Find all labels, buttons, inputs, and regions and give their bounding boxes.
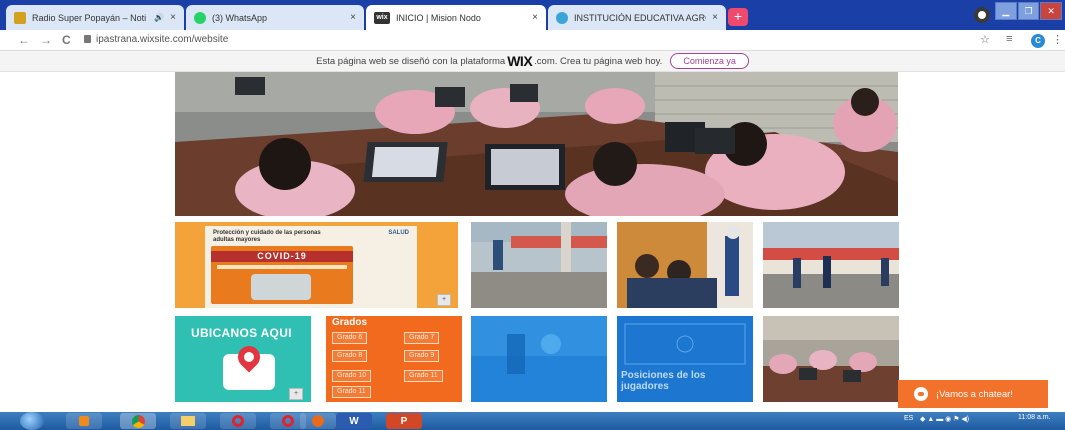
patio-photo (471, 222, 607, 308)
wix-promo-banner: Esta página web se diseñó con la platafo… (0, 51, 1065, 72)
students-photo (617, 222, 753, 308)
grados-title: Grados (332, 317, 368, 328)
close-tab-icon[interactable]: × (350, 12, 356, 23)
chrome-icon[interactable] (120, 413, 156, 429)
covid-heading: Protección y cuidado de las personas adu… (213, 230, 321, 243)
patio-photo-2 (763, 222, 899, 308)
star-icon[interactable]: ☆ (980, 33, 990, 46)
covid-info-tile[interactable]: Protección y cuidado de las personas adu… (175, 222, 458, 308)
close-window-button[interactable]: ✕ (1040, 2, 1063, 20)
tab-radio[interactable]: Radio Super Popayán – Noti 🔊 × (6, 5, 184, 30)
covid-subtitle-bar (217, 265, 347, 269)
clock[interactable]: 11:08 a.m. (1018, 414, 1051, 421)
grado-7-button[interactable]: Grado 7 (404, 332, 440, 344)
opera-icon[interactable] (220, 413, 256, 429)
language-indicator[interactable]: ES (904, 415, 913, 422)
classroom-illustration (175, 72, 898, 216)
wix-banner-text-before: Esta página web se diseñó con la platafo… (316, 55, 506, 67)
photo-tile-computer-lab[interactable] (763, 316, 899, 402)
grado-8-button[interactable]: Grado 8 (332, 350, 368, 362)
menu-icon[interactable]: ⋮ (1052, 33, 1063, 46)
grados-tile: Grados Grado 6 Grado 7 Grado 8 Grado 9 G… (326, 316, 462, 402)
start-button[interactable] (20, 412, 44, 430)
profile-icon[interactable] (974, 7, 990, 23)
back-icon[interactable]: ← (18, 33, 30, 47)
wix-logo: WIX (507, 53, 533, 69)
tab-title: Radio Super Popayán – Noti (32, 12, 147, 23)
hero-classroom-photo (175, 72, 898, 216)
covid-booklet-cover: COVID-19 (211, 246, 353, 304)
chat-button[interactable]: ¡Vamos a chatear! (898, 380, 1048, 408)
close-tab-icon[interactable]: × (532, 12, 538, 23)
elderly-couple-illustration (251, 274, 311, 300)
posiciones-tile[interactable]: Posiciones de los jugadores (617, 316, 753, 402)
browser-tab-strip: Radio Super Popayán – Noti 🔊 × (3) Whats… (0, 0, 1065, 30)
salud-logo: SALUD (388, 230, 409, 236)
photo-tile-patio-2[interactable] (763, 222, 899, 308)
grado-6-button[interactable]: Grado 6 (332, 332, 368, 344)
firefox-icon[interactable] (300, 413, 336, 429)
reload-icon[interactable]: C (62, 33, 71, 47)
file-explorer-icon[interactable] (170, 413, 206, 429)
lock-icon (84, 35, 91, 43)
computer-lab-photo (763, 316, 899, 402)
wix-banner-text-after: .com. Crea tu página web hoy. (534, 55, 663, 67)
covid-poster: Protección y cuidado de las personas adu… (205, 226, 417, 308)
blue-sports-tile[interactable] (471, 316, 607, 402)
photo-tile-patio-1[interactable] (471, 222, 607, 308)
speaker-icon[interactable]: 🔊 (154, 13, 164, 22)
photo-tile-students-sitting[interactable] (617, 222, 753, 308)
minimize-button[interactable]: ▁ (995, 2, 1017, 20)
window-controls: ▁ ❐ ✕ (995, 2, 1063, 20)
expand-icon[interactable]: + (289, 388, 303, 400)
chat-label: ¡Vamos a chatear! (936, 388, 1013, 400)
grado-11-extra-button[interactable]: Grado 11 (332, 386, 371, 398)
windows-taskbar: W P ES ◆ ▲ ▬ ◉ ⚑ ◀) 11:08 a.m. (0, 412, 1065, 430)
grado-11-button[interactable]: Grado 11 (404, 370, 443, 382)
close-tab-icon[interactable]: × (170, 12, 176, 23)
chat-bubble-icon (914, 387, 928, 401)
new-tab-button[interactable]: + (728, 8, 748, 26)
tab-inicio[interactable]: wix INICIO | Mision Nodo × (366, 5, 546, 30)
media-player-icon[interactable] (66, 413, 102, 429)
grado-9-button[interactable]: Grado 9 (404, 350, 440, 362)
forward-icon[interactable]: → (40, 33, 52, 47)
posiciones-caption: Posiciones de los jugadores (621, 370, 706, 392)
comienza-ya-button[interactable]: Comienza ya (670, 53, 749, 69)
account-avatar[interactable]: C (1031, 34, 1045, 48)
reading-list-icon[interactable]: ≡ (1006, 33, 1012, 45)
powerpoint-icon[interactable]: P (386, 413, 422, 429)
close-tab-icon[interactable]: × (712, 12, 718, 23)
expand-icon[interactable]: + (437, 294, 451, 306)
grado-10-button[interactable]: Grado 10 (332, 370, 372, 382)
tab-title: INSTITUCIÓN EDUCATIVA AGRO (574, 12, 707, 23)
tray-icons[interactable]: ◆ ▲ ▬ ◉ ⚑ ◀) (920, 415, 969, 423)
ubicanos-title: UBICANOS AQUI (191, 326, 292, 340)
maximize-button[interactable]: ❐ (1017, 2, 1040, 20)
tab-title: INICIO | Mision Nodo (396, 12, 481, 23)
url-field[interactable]: ipastrana.wixsite.com/website (96, 34, 228, 45)
institution-favicon-icon (556, 11, 568, 24)
sports-illustration (471, 316, 607, 402)
tab-title: (3) WhatsApp (212, 12, 268, 23)
ubicanos-aqui-tile[interactable]: UBICANOS AQUI + (175, 316, 311, 402)
whatsapp-favicon-icon (194, 11, 206, 24)
tab-whatsapp[interactable]: (3) WhatsApp × (186, 5, 364, 30)
browser-toolbar: ← → C ipastrana.wixsite.com/website ☆ ≡ … (0, 30, 1065, 51)
radio-favicon-icon (14, 11, 26, 24)
word-icon[interactable]: W (336, 413, 372, 429)
covid-band: COVID-19 (211, 251, 353, 262)
wix-favicon-icon: wix (374, 11, 390, 24)
tab-institucion[interactable]: INSTITUCIÓN EDUCATIVA AGRO × (548, 5, 726, 30)
